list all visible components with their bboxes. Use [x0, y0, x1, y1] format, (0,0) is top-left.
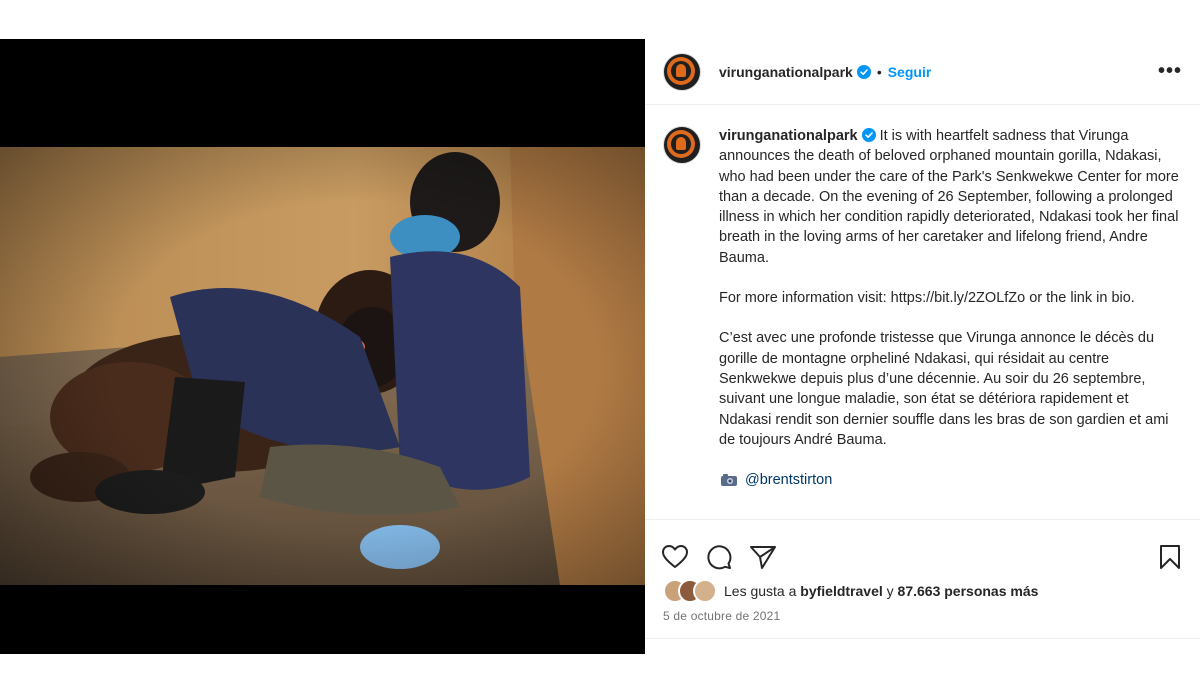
post-media[interactable] [0, 39, 645, 654]
likes-prefix: Les gusta a [724, 583, 797, 599]
save-button[interactable] [1156, 543, 1184, 571]
account-username[interactable]: virunganationalpark [719, 64, 853, 80]
caption-paragraph-2: For more information visit: https://bit.… [719, 290, 1135, 307]
likes-text[interactable]: Les gusta a byfieldtravel y 87.663 perso… [724, 583, 1038, 599]
divider [645, 638, 1200, 639]
account-avatar[interactable] [663, 52, 701, 91]
caption-username[interactable]: virunganationalpark [719, 128, 858, 144]
likes-connector: y [886, 583, 894, 599]
post-actions [645, 519, 1200, 579]
share-icon [750, 545, 776, 569]
comment-button[interactable] [705, 543, 733, 571]
post-photo [0, 147, 645, 585]
more-options-button[interactable]: ••• [1158, 60, 1182, 83]
caption-paragraph-1: It is with heartfelt sadness that Virung… [719, 128, 1179, 266]
caption-text: virunganationalpark It is with heartfelt … [719, 126, 1179, 490]
likes-summary: Les gusta a byfieldtravel y 87.663 perso… [663, 579, 1038, 603]
like-button[interactable] [661, 543, 689, 571]
verified-badge-icon [856, 64, 871, 79]
post-caption: virunganationalpark It is with heartfelt … [645, 106, 1200, 490]
heart-icon [662, 544, 688, 568]
caption-paragraph-3: C’est avec une profonde tristesse que Vi… [719, 330, 1169, 448]
post-side-panel: virunganationalpark • Seguir ••• virunga… [645, 39, 1200, 654]
caption-avatar[interactable] [663, 126, 701, 164]
likes-first-user[interactable]: byfieldtravel [800, 583, 882, 599]
verified-badge-icon [861, 128, 876, 142]
liker-avatar[interactable] [693, 579, 717, 603]
comment-icon [707, 544, 732, 569]
likes-others[interactable]: 87.663 personas más [898, 583, 1039, 599]
share-button[interactable] [749, 543, 777, 571]
follow-button[interactable]: Seguir [888, 64, 932, 80]
post-header: virunganationalpark • Seguir ••• [645, 39, 1200, 105]
photo-credit: @brentstirton [719, 470, 1179, 490]
separator-dot: • [876, 63, 882, 80]
photo-credit-link[interactable]: @brentstirton [745, 470, 832, 490]
camera-icon [721, 474, 737, 487]
instagram-post: virunganationalpark • Seguir ••• virunga… [0, 39, 1200, 654]
comments-area[interactable]: virunganationalpark It is with heartfelt … [645, 106, 1200, 518]
post-date[interactable]: 5 de octubre de 2021 [663, 609, 780, 623]
bookmark-icon [1160, 544, 1180, 569]
